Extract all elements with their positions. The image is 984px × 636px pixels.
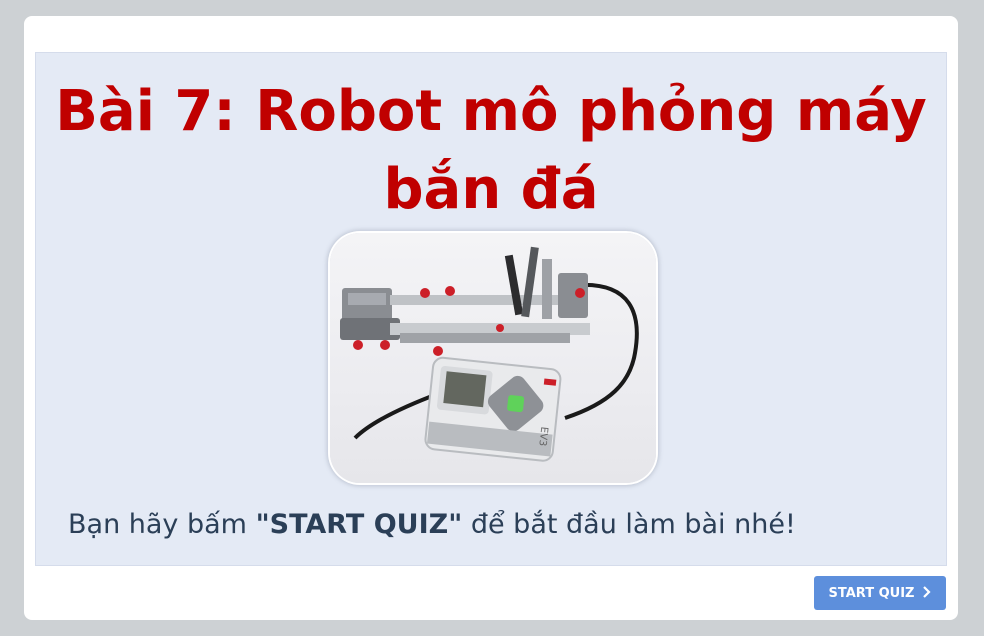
robot-photo: EV3: [330, 233, 656, 483]
slide-title: Bài 7: Robot mô phỏng máy bắn đá: [55, 79, 927, 222]
start-quiz-label: START QUIZ: [828, 585, 915, 601]
instruction-text: Bạn hãy bấm "START QUIZ" để bắt đầu làm …: [68, 509, 796, 540]
chevron-right-icon: [922, 585, 932, 601]
ev3-label: EV3: [536, 426, 549, 447]
intro-slide: Bài 7: Robot mô phỏng máy bắn đá EV3 Bạn…: [35, 52, 947, 566]
instruction-prefix: Bạn hãy bấm: [68, 509, 256, 540]
start-quiz-button[interactable]: START QUIZ: [814, 576, 946, 610]
robot-illustration: EV3: [340, 246, 639, 462]
quiz-card: Bài 7: Robot mô phỏng máy bắn đá EV3 Bạn…: [24, 16, 958, 620]
instruction-suffix: để bắt đầu làm bài nhé!: [462, 509, 796, 540]
instruction-emphasis: "START QUIZ": [255, 509, 463, 540]
